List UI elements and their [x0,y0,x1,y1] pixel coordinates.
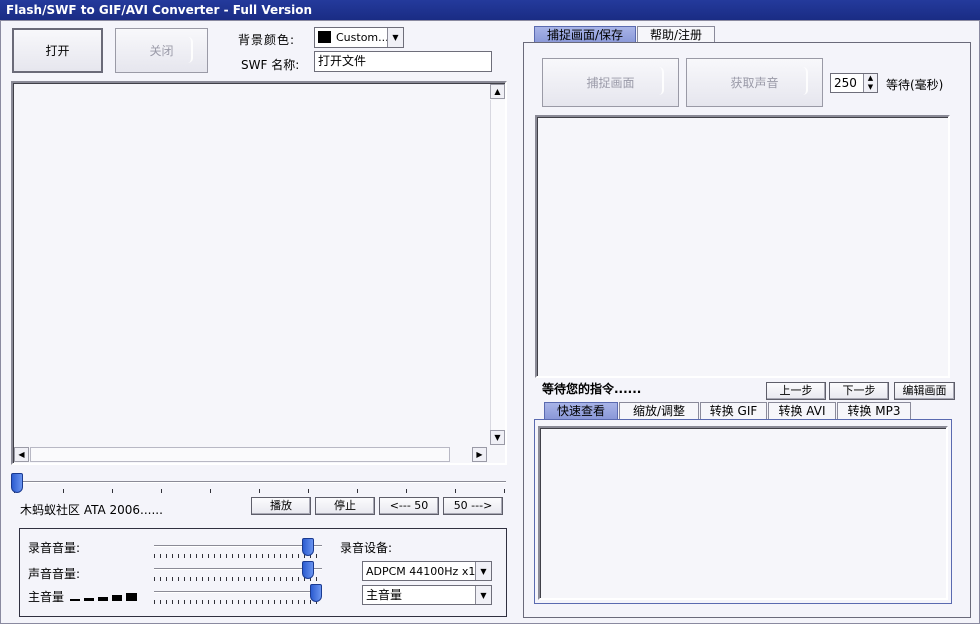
codec-select[interactable]: ADPCM 44100Hz x1 ▼ [362,561,492,581]
timeline-slider[interactable] [11,473,23,493]
credit-text: 木蚂蚁社区 ATA 2006...... [20,503,163,517]
subtab-convert-avi[interactable]: 转换 AVI [768,402,836,419]
quick-view-area [538,426,948,600]
sound-volume-label: 声音音量: [28,567,81,581]
record-device-label: 录音设备: [340,541,393,555]
back-50-button[interactable]: <--- 50 [379,497,439,515]
horizontal-scrollbar[interactable] [30,447,450,462]
scroll-down-arrow-icon[interactable]: ▼ [490,430,505,445]
prev-step-button[interactable]: 上一步 [766,382,826,400]
tab-capture-save[interactable]: 捕捉画面/保存 [534,26,636,43]
captured-frames-list[interactable] [535,115,950,378]
next-step-button[interactable]: 下一步 [829,382,889,400]
swf-name-field[interactable]: 打开文件 [314,51,492,72]
forward-50-button[interactable]: 50 ---> [443,497,503,515]
capture-frame-button[interactable]: 捕捉画面 [542,58,679,107]
subtab-convert-gif[interactable]: 转换 GIF [700,402,767,419]
sound-volume-slider[interactable] [154,561,322,583]
open-button[interactable]: 打开 [12,28,103,73]
record-volume-label: 录音音量: [28,541,81,555]
color-swatch [318,30,331,43]
chevron-down-icon[interactable]: ▼ [475,562,491,580]
scroll-left-arrow-icon[interactable]: ◀ [14,447,29,462]
swf-name-label: SWF 名称: [241,58,300,72]
subtab-quick-view[interactable]: 快速查看 [544,402,618,419]
window-title: Flash/SWF to GIF/AVI Converter - Full Ve… [6,3,313,17]
close-button[interactable]: 关闭 [115,28,208,73]
record-volume-slider[interactable] [154,538,322,560]
record-device-select[interactable]: 主音量 ▼ [362,585,492,605]
scroll-right-arrow-icon[interactable]: ▶ [472,447,487,462]
wait-ms-spinner[interactable]: 250 ▲ ▼ [830,73,878,93]
subtab-convert-mp3[interactable]: 转换 MP3 [837,402,911,419]
chevron-down-icon[interactable]: ▼ [475,586,491,604]
vertical-scrollbar[interactable] [490,100,505,430]
timeline-track [14,481,506,483]
edit-frame-button[interactable]: 编辑画面 [894,382,955,400]
get-sound-button[interactable]: 获取声音 [686,58,823,107]
wait-ms-label: 等待(毫秒) [886,78,944,92]
subtab-zoom-adjust[interactable]: 缩放/调整 [619,402,699,419]
timeline-ticks [14,489,506,493]
chevron-down-icon[interactable]: ▼ [387,28,403,47]
bg-color-label: 背景颜色: [238,33,296,47]
spinner-arrows-icon[interactable]: ▲ ▼ [863,74,877,92]
play-button[interactable]: 播放 [251,497,311,515]
stop-button[interactable]: 停止 [315,497,375,515]
volume-level-indicator [70,591,140,601]
master-volume-slider[interactable] [154,584,324,606]
tab-help-register[interactable]: 帮助/注册 [637,26,715,43]
bg-color-select[interactable]: Custom... ▼ [314,27,404,48]
status-text: 等待您的指令...... [542,382,642,396]
master-volume-label: 主音量 [28,590,65,604]
title-bar: Flash/SWF to GIF/AVI Converter - Full Ve… [0,0,980,20]
scroll-up-arrow-icon[interactable]: ▲ [490,84,505,99]
flash-preview-area [11,81,507,465]
